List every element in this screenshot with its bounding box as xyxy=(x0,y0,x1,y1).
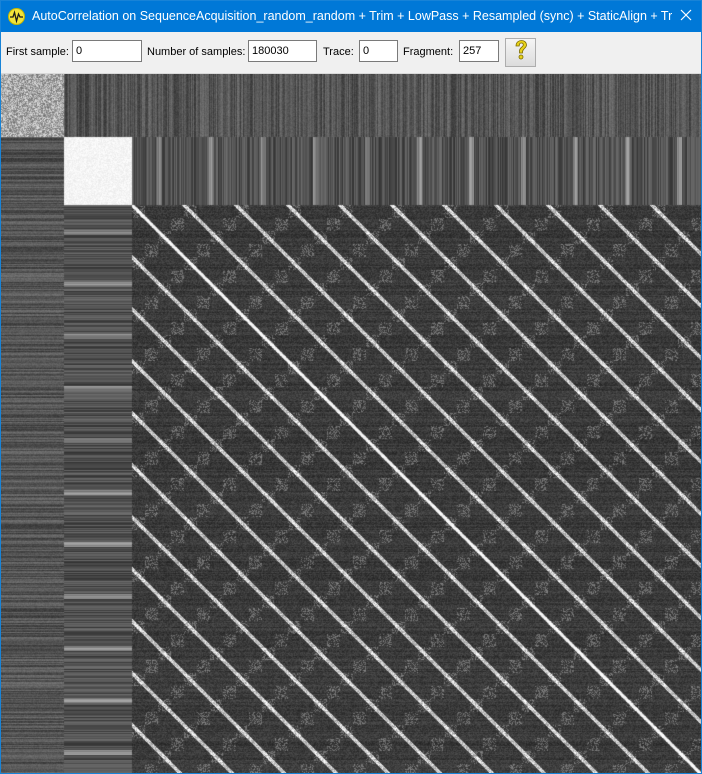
question-mark-icon xyxy=(512,39,530,66)
number-of-samples-input[interactable] xyxy=(248,40,317,62)
parameters-toolbar: First sample: Number of samples: Trace: … xyxy=(1,32,701,74)
title-bar[interactable]: AutoCorrelation on SequenceAcquisition_r… xyxy=(1,1,701,32)
close-icon xyxy=(680,8,692,26)
help-button[interactable] xyxy=(505,38,536,67)
autocorrelation-heatmap[interactable] xyxy=(1,74,701,773)
waveform-app-icon xyxy=(8,8,25,25)
window-title: AutoCorrelation on SequenceAcquisition_r… xyxy=(32,9,672,23)
fragment-label: Fragment: xyxy=(403,46,454,58)
first-sample-input[interactable] xyxy=(72,40,142,62)
trace-input[interactable] xyxy=(359,40,398,62)
fragment-input[interactable] xyxy=(459,40,499,62)
first-sample-label: First sample: xyxy=(6,46,69,58)
correlation-matrix-canvas[interactable] xyxy=(1,74,701,773)
autocorrelation-window: AutoCorrelation on SequenceAcquisition_r… xyxy=(0,0,702,774)
close-button[interactable] xyxy=(671,1,701,32)
number-of-samples-label: Number of samples: xyxy=(147,46,246,58)
trace-label: Trace: xyxy=(323,46,354,58)
